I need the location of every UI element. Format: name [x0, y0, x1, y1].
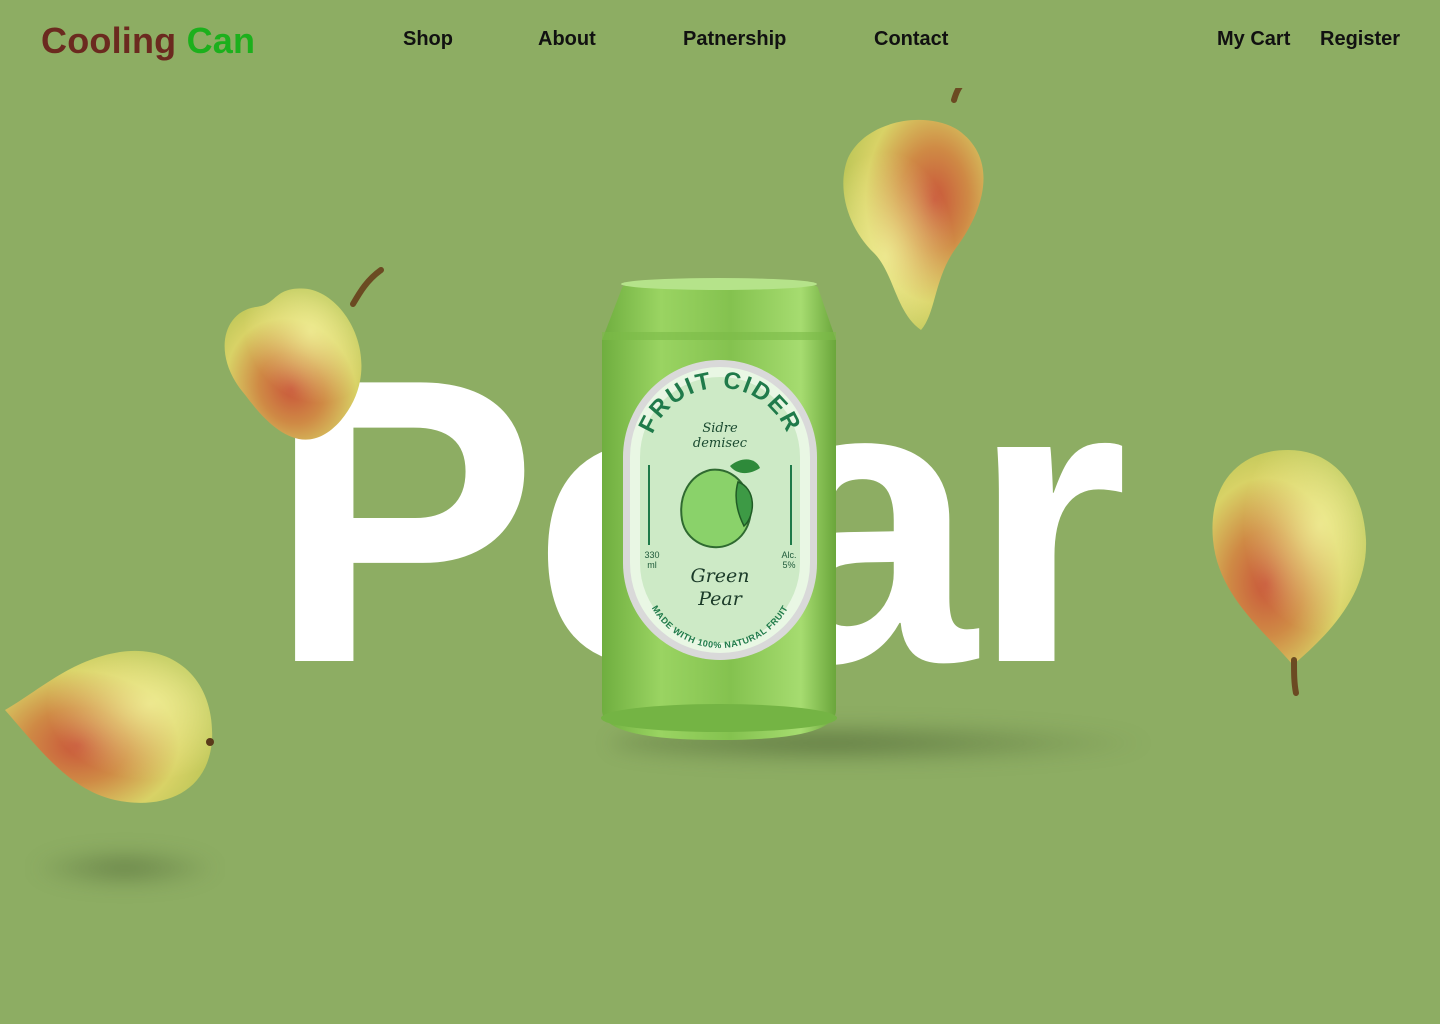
can-flavor-line2: Pear [697, 588, 744, 610]
pear-shadow [30, 848, 220, 888]
register-link[interactable]: Register [1320, 28, 1400, 51]
nav-shop-link[interactable]: Shop [403, 28, 453, 51]
can-alcohol-line1: Alc. [781, 550, 796, 560]
can-alcohol-line2: 5% [782, 560, 795, 570]
brand-logo[interactable]: Cooling Can [41, 20, 255, 62]
brand-logo-part1: Cooling [41, 20, 177, 61]
can-subtitle-line2: demisec [693, 436, 748, 451]
can-flavor-line1: Green [691, 565, 750, 587]
can-subtitle-line1: Sidre [702, 421, 738, 436]
can-volume-line2: ml [647, 560, 657, 570]
pear-image-left-bottom [5, 650, 214, 803]
top-navigation: Cooling Can Shop About Patnership Contac… [0, 0, 1440, 80]
cider-can[interactable]: FRUIT CIDER Sidre demisec 330 ml Alc. 5%… [560, 270, 1160, 790]
cider-can-graphic: FRUIT CIDER Sidre demisec 330 ml Alc. 5%… [601, 278, 837, 740]
nav-about-link[interactable]: About [538, 28, 596, 51]
brand-logo-part2: Can [186, 20, 256, 61]
nav-contact-link[interactable]: Contact [874, 28, 948, 51]
pear-image-left-top [224, 267, 384, 440]
nav-partnership-link[interactable]: Patnership [683, 28, 786, 51]
my-cart-link[interactable]: My Cart [1217, 28, 1290, 51]
pear-image-right [1212, 450, 1367, 696]
can-volume-line1: 330 [644, 550, 659, 560]
